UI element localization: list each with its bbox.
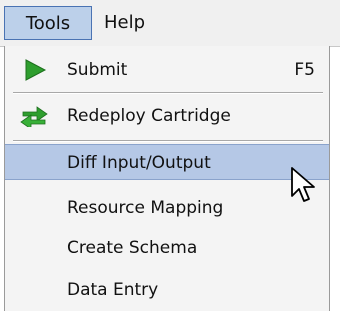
menu-item-diff-input-output[interactable]: Diff Input/Output: [5, 144, 329, 180]
menu-item-label: Data Entry: [67, 280, 159, 300]
menu-item-label: Create Schema: [67, 238, 198, 258]
menu-item-label: Redeploy Cartridge: [67, 106, 231, 126]
menu-tools[interactable]: Tools: [4, 6, 92, 40]
menu-item-label: Submit: [67, 60, 128, 80]
redeploy-arrows-icon: [20, 106, 48, 127]
mouse-cursor-icon: [291, 167, 315, 202]
tools-dropdown-menu: Submit F5 Redeploy Cartridge Diff Input/…: [4, 46, 330, 311]
menu-item-data-entry[interactable]: Data Entry: [5, 272, 329, 308]
play-arrow-icon: [25, 59, 47, 81]
menu-item-submit[interactable]: Submit F5: [5, 52, 329, 88]
menu-item-redeploy-cartridge[interactable]: Redeploy Cartridge: [5, 98, 329, 134]
menu-item-label: Diff Input/Output: [67, 153, 211, 173]
menu-separator: [13, 92, 323, 94]
menu-item-label: Resource Mapping: [67, 198, 224, 218]
menu-help[interactable]: Help: [100, 6, 170, 40]
menu-item-create-schema[interactable]: Create Schema: [5, 230, 329, 266]
shortcut-label: F5: [294, 60, 315, 80]
menu-separator: [13, 140, 323, 142]
menu-item-resource-mapping[interactable]: Resource Mapping: [5, 190, 329, 226]
menu-bar: Tools Help: [0, 0, 340, 47]
